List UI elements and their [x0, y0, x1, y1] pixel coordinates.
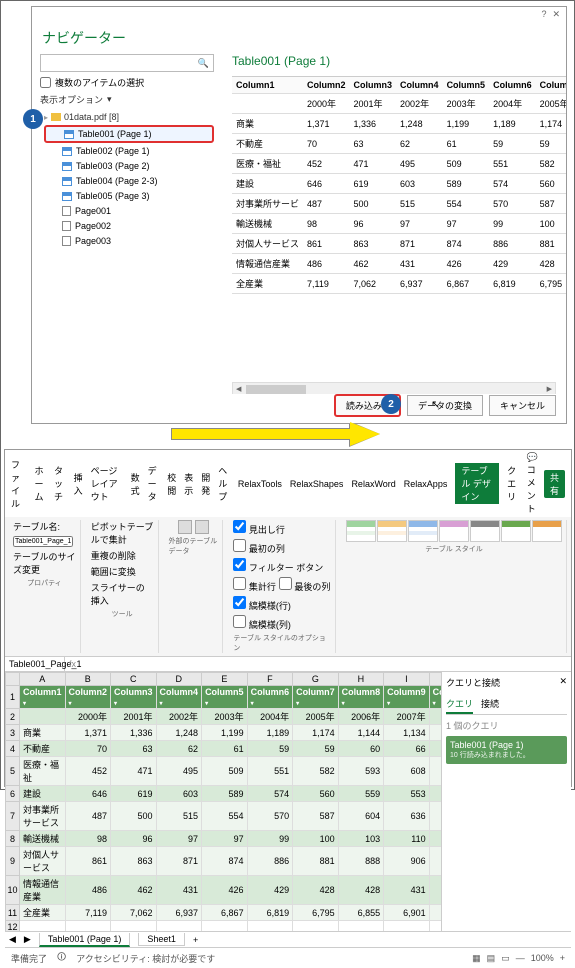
- tree-item[interactable]: Page002: [44, 219, 214, 233]
- formula-bar[interactable]: fx: [65, 657, 80, 671]
- ribbon: テーブル名:テーブルのサイズ変更プロパティ ピボットテーブルで集計重複の削除範囲…: [5, 517, 571, 657]
- table-icon: [62, 147, 72, 156]
- ribbon-group-style-options: 見出し行 最初の列 フィルター ボタン 集計行 最後の列 縞模様(行) 縞模様(…: [229, 520, 336, 653]
- ribbon-group-external: 外部のテーブル データ: [165, 520, 224, 653]
- ribbon-group-styles: テーブル スタイル: [342, 520, 567, 653]
- page-icon: [62, 221, 71, 231]
- step-badge-1: 1: [23, 109, 43, 129]
- table-style[interactable]: [501, 520, 531, 542]
- table-icon: [62, 192, 72, 201]
- status-bar: 準備完了🛈アクセシビリティ: 検討が必要です ▦▤▭—100%+: [5, 947, 571, 968]
- ribbon-tab[interactable]: ファイル: [11, 458, 26, 510]
- table-style[interactable]: [346, 520, 376, 542]
- query-item[interactable]: Table001 (Page 1)10 行読み込まれました。: [446, 736, 567, 764]
- table-style[interactable]: [470, 520, 500, 542]
- ribbon-group-tools: ピボットテーブルで集計重複の削除範囲に変換スライサーの挿入ツール: [87, 520, 159, 653]
- ribbon-tab-active[interactable]: テーブル デザイン: [455, 463, 499, 504]
- ribbon-tab[interactable]: ヘルプ: [218, 464, 230, 503]
- ribbon-tab[interactable]: RelaxShapes: [290, 479, 344, 489]
- flow-arrow: [171, 424, 391, 446]
- table-icon: [62, 177, 72, 186]
- ribbon-tab[interactable]: データ: [148, 464, 160, 503]
- search-icon: 🔍: [198, 58, 209, 69]
- ribbon-tab[interactable]: ページ レイアウト: [91, 464, 123, 503]
- preview-table: Column1Column2Column3Column4Column5Colum…: [232, 76, 566, 294]
- page-icon: [62, 206, 71, 216]
- ribbon-tab[interactable]: 校閲: [167, 471, 176, 497]
- step-badge-2: 2: [381, 394, 401, 414]
- connections-tab[interactable]: 接続: [481, 695, 499, 714]
- table-style[interactable]: [439, 520, 469, 542]
- ribbon-tab[interactable]: RelaxWord: [351, 479, 395, 489]
- excel-window: ファイルホームタッチ挿入ページ レイアウト数式データ校閲表示開発ヘルプ Relax…: [4, 449, 572, 787]
- folder-icon: [51, 113, 61, 121]
- queries-pane: クエリと接続✕ クエリ接続 1 個のクエリ Table001 (Page 1)1…: [441, 672, 571, 931]
- table-name-input[interactable]: [13, 536, 73, 547]
- horizontal-scrollbar[interactable]: [232, 382, 556, 394]
- search-input[interactable]: 🔍: [40, 54, 214, 72]
- preview-title: Table001 (Page 1): [232, 54, 556, 68]
- ribbon-tab[interactable]: 挿入: [74, 471, 83, 497]
- ribbon-tab[interactable]: 表示: [184, 471, 193, 497]
- display-options-dropdown[interactable]: 表示オプション▾: [40, 93, 214, 106]
- cancel-button[interactable]: キャンセル: [489, 395, 556, 416]
- tree-item[interactable]: Table005 (Page 3): [44, 189, 214, 203]
- navigator-dialog: ? ✕ ナビゲーター 🔍 複数のアイテムの選択 表示オプション▾ 01data.…: [31, 6, 567, 424]
- queries-tab[interactable]: クエリ: [446, 695, 473, 714]
- sheet-tab[interactable]: Table001 (Page 1): [39, 933, 131, 947]
- tree-item[interactable]: Page003: [44, 234, 214, 248]
- tree-item[interactable]: Table004 (Page 2-3): [44, 174, 214, 188]
- cursor-icon: ↖: [431, 398, 440, 411]
- table-style[interactable]: [532, 520, 562, 542]
- tree-root[interactable]: 01data.pdf [8]: [44, 112, 214, 122]
- tree-item[interactable]: Page001: [44, 204, 214, 218]
- table-icon: [64, 130, 74, 139]
- transform-button[interactable]: データの変換: [407, 395, 483, 416]
- ribbon-tab[interactable]: 数式: [131, 471, 140, 497]
- name-box[interactable]: Table001_Page_1: [5, 657, 65, 671]
- table-style[interactable]: [377, 520, 407, 542]
- sheet-tabs: ◀▶ Table001 (Page 1) Sheet1 +: [5, 931, 571, 947]
- tree-item[interactable]: Table001 (Page 1): [44, 125, 214, 143]
- tree-item[interactable]: Table003 (Page 2): [44, 159, 214, 173]
- table-style[interactable]: [408, 520, 438, 542]
- ribbon-tabs: ファイルホームタッチ挿入ページ レイアウト数式データ校閲表示開発ヘルプ Relax…: [5, 450, 571, 517]
- share-button[interactable]: 共有: [544, 470, 565, 498]
- help-icon[interactable]: ?: [541, 9, 546, 20]
- export-icon[interactable]: [178, 520, 192, 534]
- navigator-title: ナビゲーター: [32, 22, 566, 54]
- new-sheet-button[interactable]: +: [193, 935, 198, 945]
- ribbon-tab[interactable]: RelaxTools: [238, 479, 282, 489]
- page-icon: [62, 236, 71, 246]
- close-pane-icon[interactable]: ✕: [559, 676, 567, 689]
- ribbon-group-properties: テーブル名:テーブルのサイズ変更プロパティ: [9, 520, 81, 653]
- ribbon-tab[interactable]: 開発: [201, 471, 210, 497]
- refresh-icon[interactable]: [195, 520, 209, 534]
- sheet-tab[interactable]: Sheet1: [138, 933, 185, 946]
- ribbon-tab[interactable]: タッチ: [54, 464, 66, 503]
- multi-select-checkbox[interactable]: 複数のアイテムの選択: [40, 76, 214, 89]
- close-icon[interactable]: ✕: [552, 9, 560, 20]
- navigator-tree: 01data.pdf [8] Table001 (Page 1)Table002…: [44, 112, 214, 248]
- ribbon-tab[interactable]: ホーム: [34, 464, 46, 503]
- worksheet[interactable]: ABCDEFGHIJ1Column1Column2Column3Column4C…: [5, 672, 441, 931]
- tree-item[interactable]: Table002 (Page 1): [44, 144, 214, 158]
- table-icon: [62, 162, 72, 171]
- ribbon-tab[interactable]: RelaxApps: [404, 479, 448, 489]
